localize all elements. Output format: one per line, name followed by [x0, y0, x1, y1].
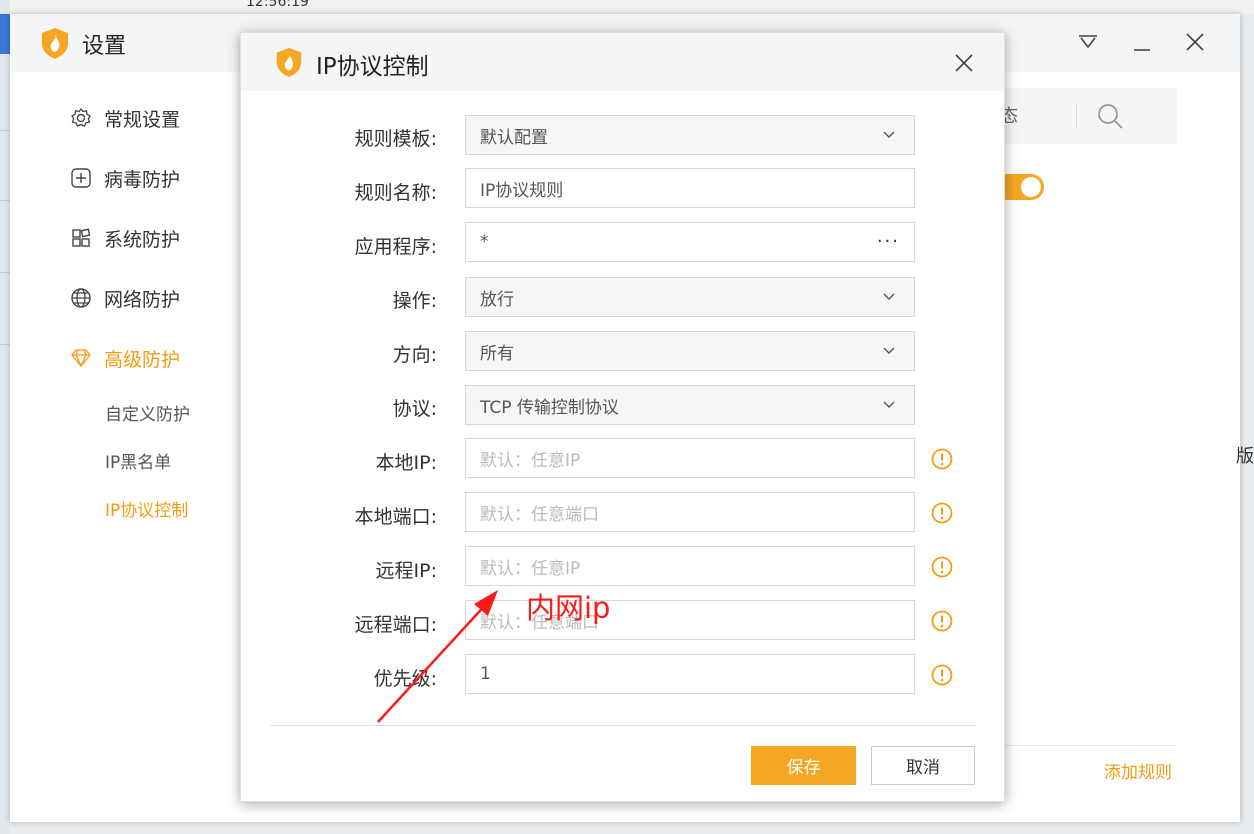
local-port-input[interactable]: 默认：任意端口 — [465, 492, 915, 532]
desktop-left-strip — [0, 0, 10, 834]
annotation-text: 内网ip — [526, 591, 611, 625]
dialog-title: IP协议控制 — [316, 54, 429, 80]
sidebar-item-system[interactable]: 系统防护 — [70, 223, 180, 253]
search-icon[interactable] — [1096, 102, 1124, 130]
warning-icon[interactable] — [931, 502, 953, 524]
divider — [1076, 104, 1077, 128]
action-label: 操作: — [392, 290, 437, 312]
app-label: 应用程序: — [354, 236, 437, 258]
plus-square-icon — [71, 168, 91, 188]
desktop-background — [0, 0, 1254, 14]
remote-ip-placeholder: 默认：任意IP — [480, 558, 581, 579]
divider — [0, 344, 10, 345]
sidebar-item-network[interactable]: 网络防护 — [70, 283, 180, 313]
warning-icon[interactable] — [931, 448, 953, 470]
sidebar-item-label: 高级防护 — [104, 348, 181, 371]
app-value: * — [480, 232, 489, 252]
ip-protocol-dialog: IP协议控制 规则模板: 默认配置 规则名称: IP协议规则 应用程序: * ·… — [240, 32, 1005, 802]
chevron-down-icon — [883, 347, 895, 354]
divider — [1000, 745, 1177, 746]
divider — [0, 272, 10, 273]
name-label: 规则名称: — [354, 182, 437, 204]
protocol-label: 协议: — [392, 398, 437, 420]
rule-name-input[interactable]: IP协议规则 — [465, 168, 915, 208]
action-value: 放行 — [480, 289, 514, 310]
direction-value: 所有 — [480, 343, 514, 364]
close-icon[interactable] — [951, 50, 977, 76]
action-select[interactable]: 放行 — [465, 277, 915, 317]
warning-icon[interactable] — [931, 664, 953, 686]
save-button[interactable]: 保存 — [751, 746, 856, 785]
menu-dropdown-icon[interactable] — [1074, 28, 1102, 56]
globe-icon — [71, 288, 91, 308]
template-select[interactable]: 默认配置 — [465, 115, 915, 155]
right-edge-text: 版 — [1236, 446, 1254, 467]
sidebar-item-advanced[interactable]: 高级防护 — [70, 343, 180, 373]
divider — [0, 200, 10, 201]
local-ip-placeholder: 默认：任意IP — [480, 450, 581, 471]
cancel-button[interactable]: 取消 — [871, 746, 975, 785]
minimize-icon[interactable] — [1128, 28, 1156, 56]
diamond-icon — [71, 349, 91, 368]
sidebar-item-label: 网络防护 — [104, 288, 181, 311]
dialog-header: IP协议控制 — [241, 33, 1004, 91]
template-label: 规则模板: — [354, 128, 437, 150]
sub-item-ip-blacklist[interactable]: IP黑名单 — [105, 448, 171, 473]
warning-icon[interactable] — [931, 556, 953, 578]
app-logo-icon — [276, 47, 302, 78]
gear-icon — [71, 107, 91, 127]
desktop-blue-block — [0, 14, 10, 54]
rule-name-value: IP协议规则 — [480, 180, 564, 201]
windows-icon — [72, 228, 91, 247]
right-toolbar: 态 — [1000, 88, 1177, 144]
local-port-label: 本地端口: — [354, 506, 437, 528]
chevron-down-icon — [883, 131, 895, 138]
remote-ip-label: 远程IP: — [375, 560, 437, 582]
local-port-placeholder: 默认：任意端口 — [480, 504, 599, 525]
app-logo-icon — [42, 28, 68, 59]
desktop-time: 12:56:19 — [246, 0, 309, 10]
remote-ip-input[interactable]: 默认：任意IP — [465, 546, 915, 586]
direction-label: 方向: — [392, 344, 437, 366]
priority-input[interactable]: 1 — [465, 654, 915, 694]
local-ip-input[interactable]: 默认：任意IP — [465, 438, 915, 478]
direction-select[interactable]: 所有 — [465, 331, 915, 371]
warning-icon[interactable] — [931, 610, 953, 632]
sidebar-item-general[interactable]: 常规设置 — [70, 103, 180, 133]
chevron-down-icon — [883, 293, 895, 300]
sub-item-ip-protocol[interactable]: IP协议控制 — [105, 496, 188, 521]
chevron-down-icon — [883, 401, 895, 408]
sidebar-item-label: 系统防护 — [104, 228, 181, 251]
app-input[interactable]: * ··· — [465, 222, 915, 262]
divider — [0, 130, 10, 131]
window-title: 设置 — [82, 34, 127, 59]
sub-item-custom[interactable]: 自定义防护 — [105, 400, 190, 425]
sidebar-item-label: 病毒防护 — [104, 168, 181, 191]
browse-more-icon[interactable]: ··· — [877, 231, 900, 252]
add-rule-link[interactable]: 添加规则 — [1104, 758, 1172, 783]
close-icon[interactable] — [1181, 28, 1209, 56]
protocol-select[interactable]: TCP 传输控制协议 — [465, 385, 915, 425]
annotation-arrow-icon — [377, 590, 498, 723]
template-value: 默认配置 — [480, 127, 548, 148]
sidebar-item-virus[interactable]: 病毒防护 — [70, 163, 180, 193]
protocol-value: TCP 传输控制协议 — [480, 397, 619, 418]
sidebar-item-label: 常规设置 — [104, 108, 181, 131]
local-ip-label: 本地IP: — [375, 452, 437, 474]
